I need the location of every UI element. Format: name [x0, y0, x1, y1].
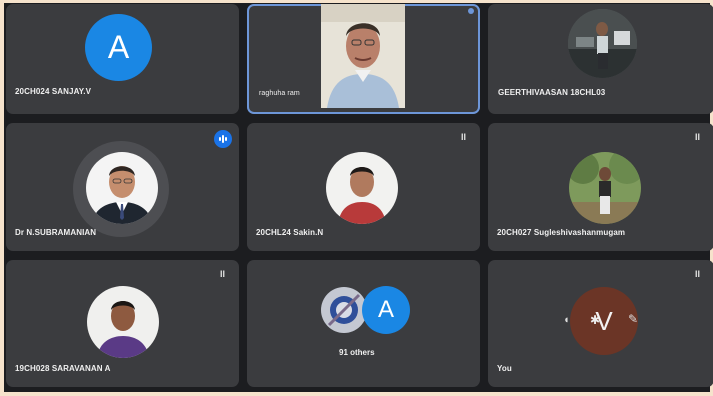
participant-tile[interactable]: Dr N.SUBRAMANIAN	[6, 123, 239, 251]
microphone-off-icon: ll	[461, 132, 467, 142]
participant-tile[interactable]: ll 20CHL24 Sakin.N	[247, 123, 480, 251]
participant-name: 20CH024 SANJAY.V	[15, 87, 92, 96]
audio-wave-icon	[214, 130, 232, 148]
participant-tile[interactable]: GEERTHIVAASAN 18CHL03	[488, 4, 713, 114]
participant-tile-video[interactable]: raghuha ram	[247, 4, 480, 114]
avatar-letter: A	[377, 296, 394, 323]
others-tile[interactable]: A 91 others	[247, 260, 480, 387]
microphone-off-icon: ll	[220, 269, 226, 279]
participant-name: 19CH028 SARAVANAN A	[15, 364, 111, 373]
avatar: A	[362, 286, 410, 334]
participant-name: GEERTHIVAASAN 18CHL03	[498, 88, 606, 97]
avatar-letter: A	[107, 29, 130, 65]
avatar	[87, 286, 159, 358]
participant-name: 20CHL24 Sakin.N	[256, 228, 324, 237]
participant-name: You	[497, 364, 512, 373]
participant-tile[interactable]: ll 19CH028 SARAVANAN A	[6, 260, 239, 387]
video-feed	[321, 4, 405, 108]
participant-tile[interactable]: A 20CH024 SANJAY.V	[6, 4, 239, 114]
avatar	[568, 9, 637, 78]
avatar	[86, 152, 158, 224]
participant-name: Dr N.SUBRAMANIAN	[15, 228, 97, 237]
edit-icon[interactable]: ✎	[628, 312, 638, 326]
microphone-off-icon[interactable]: ◖	[563, 314, 570, 326]
microphone-off-icon: ll	[695, 132, 701, 142]
others-count: 91 others	[339, 348, 375, 357]
video-person-image	[321, 4, 405, 108]
participant-tile[interactable]: ll 20CH027 Sugleshivashanmugam	[488, 123, 713, 251]
avatar	[321, 287, 367, 333]
avatar	[326, 152, 398, 224]
participant-name: 20CH027 Sugleshivashanmugam	[497, 228, 626, 237]
avatar	[569, 152, 641, 224]
participant-grid: A 20CH024 SANJAY.V raghuha ram GEERTHIVA…	[4, 3, 713, 392]
audio-wave-icon	[468, 8, 474, 14]
pin-icon[interactable]: ✱	[588, 313, 602, 327]
participant-name: raghuha ram	[259, 90, 300, 97]
microphone-off-icon: ll	[695, 269, 701, 279]
avatar: A	[85, 14, 152, 81]
self-tile[interactable]: V ◖ ✱ ✎ ll You	[488, 260, 713, 387]
